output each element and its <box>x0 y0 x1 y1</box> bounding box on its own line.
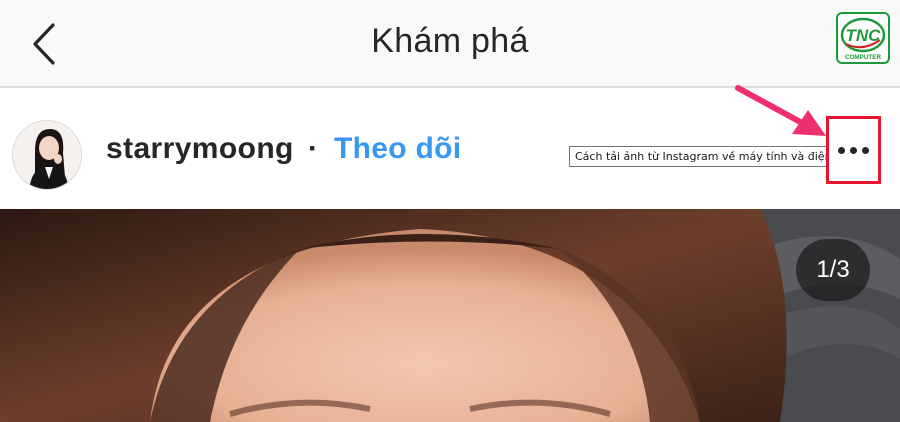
top-navigation-bar: Khám phá TNC COMPUTER <box>0 0 900 88</box>
more-horizontal-icon <box>838 146 869 154</box>
avatar[interactable] <box>12 120 82 190</box>
page-title: Khám phá <box>371 22 529 60</box>
post-photo[interactable] <box>0 209 900 422</box>
annotation-arrow-icon <box>735 85 826 136</box>
svg-text:TNC: TNC <box>846 26 882 45</box>
tooltip: Cách tải ảnh từ Instagram về máy tính và… <box>569 146 869 167</box>
username[interactable]: starrymoong <box>106 132 294 166</box>
tnc-computer-logo: TNC COMPUTER <box>836 12 890 64</box>
more-options-button[interactable] <box>826 116 881 184</box>
image-counter: 1/3 <box>796 239 870 301</box>
svg-text:COMPUTER: COMPUTER <box>845 54 881 61</box>
follow-button[interactable]: Theo dõi <box>334 132 461 166</box>
separator-dot: · <box>308 132 318 165</box>
